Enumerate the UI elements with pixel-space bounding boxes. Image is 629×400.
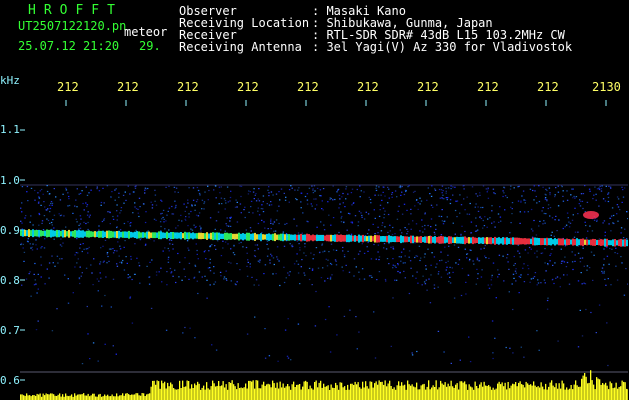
y-tick-label: 1.0 (0, 174, 20, 187)
snr-label: 29. (139, 39, 161, 53)
x-tick-label: 212 (297, 80, 319, 94)
x-tick-marks (65, 100, 607, 106)
y-tick-label: 1.1 (0, 123, 20, 136)
info-label-antenna: Receiving Antenna (179, 40, 302, 54)
x-tick-label: 212 (537, 80, 559, 94)
axis-unit-label: kHz (0, 74, 20, 87)
x-tick-label: 2130 (592, 80, 621, 94)
x-tick-label: 212 (477, 80, 499, 94)
y-tick-label: 0.8 (0, 274, 20, 287)
bottom-level-bars (20, 370, 628, 400)
y-tick-label: 0.9 (0, 224, 20, 237)
x-tick-label: 212 (357, 80, 379, 94)
filename-label: UT2507122120.pn (18, 19, 127, 33)
x-tick-label: 212 (237, 80, 259, 94)
program-title: HROFFT (28, 3, 123, 18)
y-tick-marks (20, 129, 25, 381)
datetime-label: 25.07.12 21:20 (18, 39, 120, 53)
carrier-trace (20, 229, 628, 247)
x-tick-label: 212 (417, 80, 439, 94)
x-tick-label: 212 (177, 80, 199, 94)
meteor-echo (583, 211, 599, 219)
noise-field (20, 185, 628, 367)
x-tick-label: 212 (117, 80, 139, 94)
mode-label: meteor (124, 25, 168, 39)
spectrogram-plot (20, 100, 628, 400)
y-tick-label: 0.6 (0, 374, 20, 387)
x-tick-label: 212 (57, 80, 79, 94)
info-value-antenna: : 3el Yagi(V) Az 330 for Vladivostok (312, 40, 573, 54)
y-tick-label: 0.7 (0, 324, 20, 337)
